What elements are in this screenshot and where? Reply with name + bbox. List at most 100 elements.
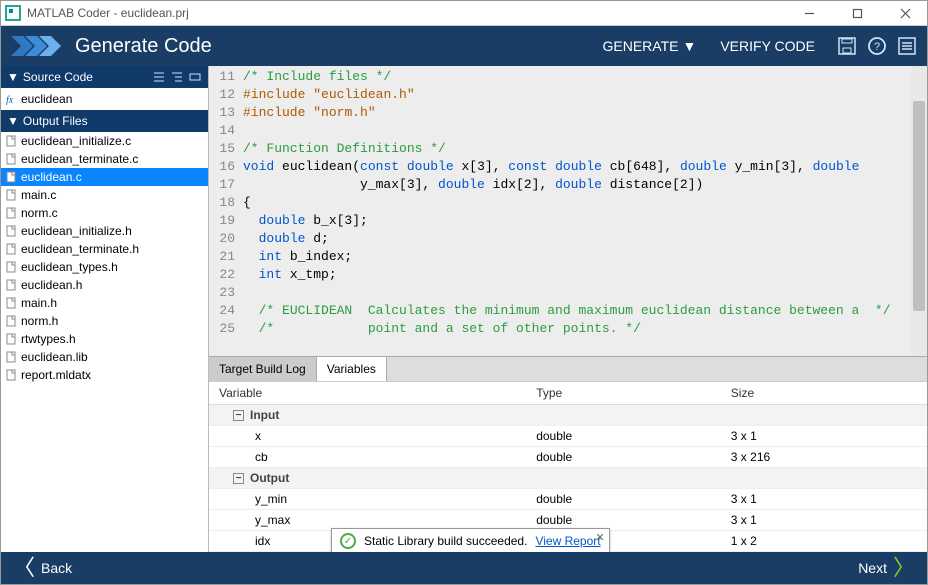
file-item-label: euclidean_initialize.c [21,134,131,148]
build-status-toast: ✕ ✓ Static Library build succeeded. View… [331,528,610,554]
maximize-icon [852,8,863,19]
toast-close-button[interactable]: ✕ [595,531,604,544]
file-icon [5,207,17,219]
output-file-item[interactable]: euclidean.h [1,276,208,294]
col-type: Type [526,382,721,405]
header-bar: Generate Code GENERATE ▼ VERIFY CODE ? [1,26,927,66]
file-icon [5,225,17,237]
output-file-item[interactable]: euclidean_types.h [1,258,208,276]
window-title: MATLAB Coder - euclidean.prj [27,6,791,20]
vertical-scrollbar[interactable] [911,66,927,356]
generate-dropdown[interactable]: GENERATE ▼ [591,32,709,60]
output-file-item[interactable]: euclidean_initialize.h [1,222,208,240]
output-file-item[interactable]: main.c [1,186,208,204]
variables-panel: Variable Type Size −Inputxdouble3 x 1cbd… [209,381,927,552]
file-item-label: euclidean.lib [21,350,88,364]
footer-bar: 〈 Back Next 〉 [1,552,927,584]
file-item-label: euclidean_initialize.h [21,224,132,238]
code-line: 19 double b_x[3]; [209,212,927,230]
function-icon: fx [5,93,17,105]
file-icon [5,315,17,327]
svg-text:fx: fx [6,95,14,105]
output-file-item[interactable]: report.mldatx [1,366,208,384]
save-icon[interactable] [837,36,857,56]
var-row[interactable]: cbdouble3 x 216 [209,447,927,468]
file-icon [5,153,17,165]
code-line: 16void euclidean(const double x[3], cons… [209,158,927,176]
tab-variables[interactable]: Variables [317,357,387,381]
file-item-label: euclidean.c [21,170,82,184]
output-file-item[interactable]: main.h [1,294,208,312]
close-button[interactable] [887,2,923,24]
code-line: 14 [209,122,927,140]
help-icon[interactable]: ? [867,36,887,56]
source-code-panel-header[interactable]: ▼ Source Code [1,66,208,88]
sidebar-source-item[interactable]: fx euclidean [1,90,208,108]
code-line: 20 double d; [209,230,927,248]
var-group-header[interactable]: −Input [209,405,927,426]
back-button[interactable]: 〈 Back [13,557,72,579]
file-icon [5,189,17,201]
output-file-item[interactable]: euclidean_terminate.h [1,240,208,258]
page-title: Generate Code [75,35,591,58]
output-file-item[interactable]: norm.h [1,312,208,330]
list-flat-icon[interactable] [152,70,166,84]
next-button[interactable]: Next 〉 [858,557,915,579]
minimize-button[interactable] [791,2,827,24]
output-files-header-label: Output Files [23,114,88,128]
var-row[interactable]: xdouble3 x 1 [209,426,927,447]
arrow-right-icon: 〉 [893,557,915,579]
file-item-label: euclidean_terminate.c [21,152,138,166]
tab-target-build-log[interactable]: Target Build Log [209,357,317,381]
expand-all-icon[interactable] [188,70,202,84]
output-file-item[interactable]: euclidean_terminate.c [1,150,208,168]
code-line: 23 [209,284,927,302]
file-icon [5,351,17,363]
menu-icon[interactable] [897,36,917,56]
file-item-label: main.c [21,188,56,202]
code-line: 24 /* EUCLIDEAN Calculates the minimum a… [209,302,927,320]
maximize-button[interactable] [839,2,875,24]
code-line: 12#include "euclidean.h" [209,86,927,104]
verify-code-button[interactable]: VERIFY CODE [708,32,827,60]
var-row[interactable]: y_mindouble3 x 1 [209,489,927,510]
file-item-label: norm.c [21,206,58,220]
view-report-link[interactable]: View Report [535,534,600,548]
var-name: x [209,426,526,447]
output-file-item[interactable]: rtwtypes.h [1,330,208,348]
var-name: cb [209,447,526,468]
source-tree: fx euclidean [1,88,208,110]
output-files-panel-header[interactable]: ▼ Output Files [1,110,208,132]
close-icon [900,8,911,19]
output-file-item[interactable]: euclidean_initialize.c [1,132,208,150]
source-item-label: euclidean [21,92,72,106]
var-size: 3 x 1 [721,489,927,510]
app-icon [5,5,21,21]
file-item-label: norm.h [21,314,58,328]
code-line: 13#include "norm.h" [209,104,927,122]
var-type: double [526,447,721,468]
list-tree-icon[interactable] [170,70,184,84]
next-label: Next [858,560,887,576]
col-size: Size [721,382,927,405]
var-size: 3 x 1 [721,426,927,447]
back-label: Back [41,560,72,576]
collapse-icon: − [233,410,244,421]
collapse-icon: − [233,473,244,484]
svg-text:?: ? [874,41,880,53]
scrollbar-thumb[interactable] [913,101,925,311]
output-file-item[interactable]: euclidean.c [1,168,208,186]
variables-table: Variable Type Size −Inputxdouble3 x 1cbd… [209,382,927,552]
code-line: 22 int x_tmp; [209,266,927,284]
output-file-item[interactable]: euclidean.lib [1,348,208,366]
file-item-label: rtwtypes.h [21,332,76,346]
var-name: y_min [209,489,526,510]
chevron-down-icon: ▼ [7,114,19,128]
output-file-item[interactable]: norm.c [1,204,208,222]
file-icon [5,243,17,255]
code-editor[interactable]: 11/* Include files */12#include "euclide… [209,66,927,356]
right-panel: 11/* Include files */12#include "euclide… [209,66,927,552]
var-group-header[interactable]: −Output [209,468,927,489]
file-icon [5,369,17,381]
file-icon [5,171,17,183]
